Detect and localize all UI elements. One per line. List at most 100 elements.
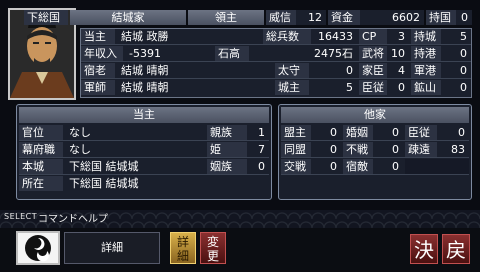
warriors-value: 10 [391,47,405,60]
other-row-2[interactable]: 同盟 0 不戦 0 疎遠 83 [281,142,469,158]
select-label: SELECT [4,212,38,221]
kokudaka-value: 2475石 [314,47,353,60]
mitsudomoe-crest-icon [25,235,51,262]
tachi-value: 0 [346,64,353,77]
ports-value: 0 [460,47,467,60]
detail-button[interactable]: 詳細 [170,232,196,264]
detail-display: 詳細 [64,232,160,264]
family-crest [16,231,60,265]
lord-row-rank[interactable]: 官位 なし 親族 1 [19,125,269,141]
port-value: 0 [460,64,467,77]
subordinate-label: 臣従 [405,125,437,140]
stats-grid: 当主 結城 政勝 総兵数 16433 CP 3 持城 5 年収入 -5391 石… [80,28,472,98]
rival-label: 宿敵 [343,159,373,174]
alliance-label: 同盟 [281,142,311,157]
rank-row-label: 官位 [19,125,63,140]
elder-name: 結城 晴朝 [121,64,169,77]
detail-button-label: 詳細 [176,235,189,263]
prestige-label: 威信 [266,10,296,25]
mine-value: 0 [460,81,467,94]
cp-value: 3 [398,30,405,43]
princess-value: 7 [258,143,265,156]
confirm-button[interactable]: 決 [410,234,438,264]
lord-castle-label: 城主 [275,80,309,95]
lord-row-home-castle[interactable]: 本城 下総国 結城城 姻族 0 [19,159,269,175]
kin-value: 1 [258,126,265,139]
nonaggression-value: 0 [392,143,399,156]
provinces-label: 持国 [426,10,456,25]
lord-name: 結城 政勝 [121,30,169,43]
lord-panel: 当主 官位 なし 親族 1 幕府職 なし 姫 7 本城 下総国 結城城 姻族 0… [16,104,272,200]
lord-castle-value: 5 [346,81,353,94]
estranged-label: 疎遠 [405,142,437,157]
vassal-value: 0 [398,81,405,94]
lord-row-shogunate[interactable]: 幕府職 なし 姫 7 [19,142,269,158]
lord-row-location[interactable]: 所在 下総国 結城城 [19,176,269,192]
location-value: 下総国 結城城 [69,177,139,190]
shogunate-value: なし [69,143,91,156]
warriors-label: 武将 [359,46,387,61]
lord-label: 当主 [81,29,115,44]
castles-value: 5 [460,30,467,43]
soldiers-value: 16433 [318,30,353,43]
change-button[interactable]: 変更 [200,232,226,264]
rank-label: 領主 [188,10,264,25]
funds-value: 6602 [360,10,424,25]
prestige-value: 12 [296,10,326,25]
tachi-label: 太守 [275,63,309,78]
retainer-value: 4 [398,64,405,77]
subordinate-value: 0 [458,126,465,139]
home-castle-label: 本城 [19,159,63,174]
vassal-label: 臣従 [359,80,387,95]
estranged-value: 83 [451,143,465,156]
command-help-label: コマンドヘルプ [38,214,108,225]
funds-label: 資金 [328,10,360,25]
stats-row-2: 年収入 -5391 石高 2475石 武将 10 持港 0 [81,46,471,62]
strategist-name: 結城 晴朝 [121,81,169,94]
leader-label: 盟主 [281,125,311,140]
marriage-label: 婚姻 [343,125,373,140]
nonaggression-label: 不戦 [343,142,373,157]
shogunate-label: 幕府職 [19,142,63,157]
rival-value: 0 [392,160,399,173]
princess-label: 姫 [207,142,247,157]
war-value: 0 [330,160,337,173]
lord-panel-title: 当主 [19,107,269,123]
home-castle-value: 下総国 結城城 [69,160,139,173]
stats-row-4: 軍師 結城 晴朝 城主 5 臣従 0 鉱山 0 [81,80,471,96]
back-button[interactable]: 戻 [442,234,470,264]
ports-label: 持港 [411,46,441,61]
header-row: 下総国 結城家 領主 威信 12 資金 6602 持国 0 [24,10,472,27]
provinces-value: 0 [456,10,472,25]
castles-label: 持城 [411,29,441,44]
other-row-1[interactable]: 盟主 0 婚姻 0 臣従 0 [281,125,469,141]
other-houses-panel: 他家 盟主 0 婚姻 0 臣従 0 同盟 0 不戦 0 疎遠 83 交戦 0 宿… [278,104,472,200]
empty-cell [405,159,469,174]
elder-label: 宿老 [81,63,115,78]
other-row-3[interactable]: 交戦 0 宿敵 0 [281,159,469,175]
stats-row-1: 当主 結城 政勝 総兵数 16433 CP 3 持城 5 [81,29,471,45]
domain-label: 下総国 [24,10,68,25]
kin-label: 親族 [207,125,247,140]
in-laws-value: 0 [258,160,265,173]
income-value: -5391 [129,47,161,60]
cp-label: CP [359,29,387,44]
change-button-label: 変更 [206,235,219,263]
in-laws-label: 姻族 [207,159,247,174]
other-panel-title: 他家 [281,107,469,123]
leader-value: 0 [330,126,337,139]
alliance-value: 0 [330,143,337,156]
kokudaka-label: 石高 [215,46,249,61]
marriage-value: 0 [392,126,399,139]
soldiers-label: 総兵数 [263,29,311,44]
strategist-label: 軍師 [81,80,115,95]
port-label: 軍港 [411,63,441,78]
retainer-label: 家臣 [359,63,387,78]
mine-label: 鉱山 [411,80,441,95]
screen: 下総国 結城家 領主 威信 12 資金 6602 持国 0 当主 結城 政勝 総… [0,0,480,272]
war-label: 交戦 [281,159,311,174]
stats-row-3: 宿老 結城 晴朝 太守 0 家臣 4 軍港 0 [81,63,471,79]
income-label: 年収入 [81,46,123,61]
rank-row-value: なし [69,126,91,139]
location-label: 所在 [19,176,63,191]
